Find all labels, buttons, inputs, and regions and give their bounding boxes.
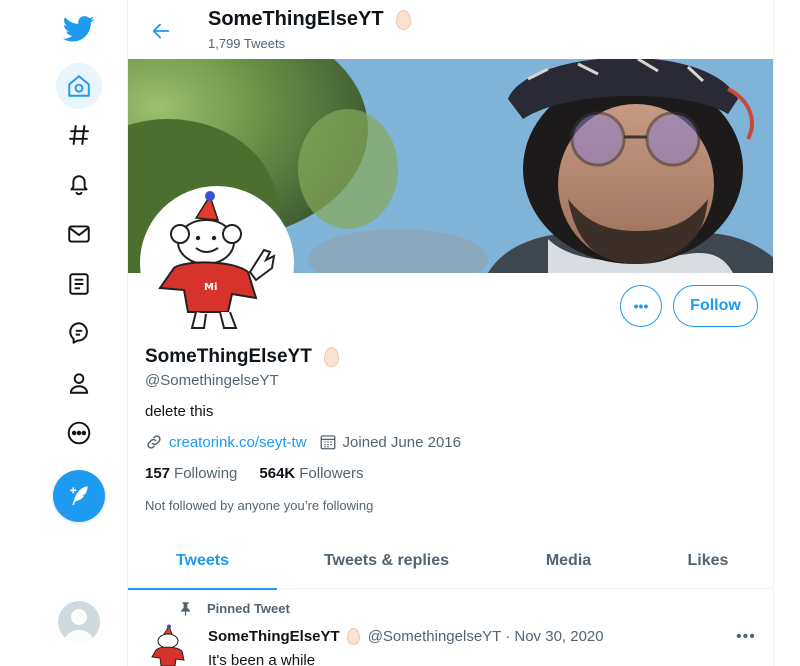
not-followed-notice: Not followed by anyone you’re following (145, 498, 374, 513)
compose-tweet-icon (70, 486, 88, 506)
tweet-text: It's been a while (208, 652, 316, 666)
left-navigation (0, 0, 128, 666)
tab-media[interactable]: Media (496, 532, 641, 589)
following-count-link[interactable]: 157 Following (145, 465, 237, 482)
profile-avatar[interactable]: Mi (140, 186, 294, 340)
profile-display-name: SomeThingElseYT (145, 346, 339, 368)
profile-icon[interactable] (56, 360, 102, 406)
svg-text:Mi: Mi (204, 282, 217, 293)
profile-header-bar: SomeThingElseYT 1,799 Tweets (128, 0, 773, 59)
tweet-more-icon[interactable]: ••• (736, 628, 756, 646)
profile-column: SomeThingElseYT 1,799 Tweets Mi ••• Foll… (127, 0, 774, 666)
tweet-handle-date[interactable]: @SomethingelseYT · Nov 30, 2020 (368, 628, 604, 645)
egg-emoji-icon (395, 9, 411, 30)
profile-bio: delete this (145, 403, 214, 420)
header-title: SomeThingElseYT (208, 8, 411, 31)
link-icon (147, 435, 161, 449)
joined-item: Joined June 2016 (319, 433, 461, 451)
website-link[interactable]: creatorink.co/seyt-tw (169, 434, 307, 451)
pinned-label-text: Pinned Tweet (207, 601, 290, 616)
account-avatar[interactable] (58, 601, 100, 643)
tweet-author-avatar[interactable] (148, 624, 194, 666)
egg-emoji-icon (346, 628, 360, 645)
joined-date: Joined June 2016 (342, 433, 461, 451)
followers-count-link[interactable]: 564K Followers (259, 465, 363, 482)
compose-tweet-button[interactable] (53, 470, 105, 522)
profile-tabs: Tweets Tweets & replies Media Likes (128, 532, 773, 590)
messages-envelope-icon[interactable] (56, 211, 102, 257)
following-count: 157 (145, 465, 171, 482)
tab-tweets-and-replies[interactable]: Tweets & replies (277, 532, 496, 589)
more-dots-icon: ••• (633, 298, 649, 314)
website-item: creatorink.co/seyt-tw (145, 433, 307, 451)
followers-count: 564K (259, 465, 296, 482)
follow-button[interactable]: Follow (673, 285, 758, 327)
twitter-logo-icon[interactable] (56, 6, 102, 52)
tweet-count: 1,799 Tweets (208, 36, 286, 51)
more-icon[interactable] (56, 410, 102, 456)
notifications-bell-icon[interactable] (56, 161, 102, 207)
lists-icon[interactable] (56, 261, 102, 307)
topics-icon[interactable] (56, 310, 102, 356)
pinned-tweet-label: Pinned Tweet (178, 601, 290, 616)
calendar-icon (320, 435, 335, 450)
tab-likes[interactable]: Likes (641, 532, 773, 589)
following-label: Following (174, 465, 238, 482)
tab-tweets[interactable]: Tweets (128, 532, 277, 590)
home-icon[interactable] (56, 63, 102, 109)
egg-emoji-icon (323, 347, 339, 367)
tweet-header: SomeThingElseYT @SomethingelseYT · Nov 3… (208, 628, 604, 645)
profile-more-button[interactable]: ••• (620, 285, 662, 327)
explore-hashtag-icon[interactable] (56, 112, 102, 158)
profile-handle: @SomethingelseYT (145, 372, 279, 389)
follow-counts: 157 Following 564K Followers (145, 465, 385, 482)
display-name-text: SomeThingElseYT (145, 346, 312, 367)
header-name-text: SomeThingElseYT (208, 8, 384, 30)
back-arrow-icon[interactable] (146, 16, 176, 46)
profile-meta: creatorink.co/seyt-tw Joined June 2016 (145, 433, 473, 451)
followers-label: Followers (299, 465, 364, 482)
tweet-author-name[interactable]: SomeThingElseYT (208, 628, 340, 645)
pin-icon (181, 602, 190, 616)
